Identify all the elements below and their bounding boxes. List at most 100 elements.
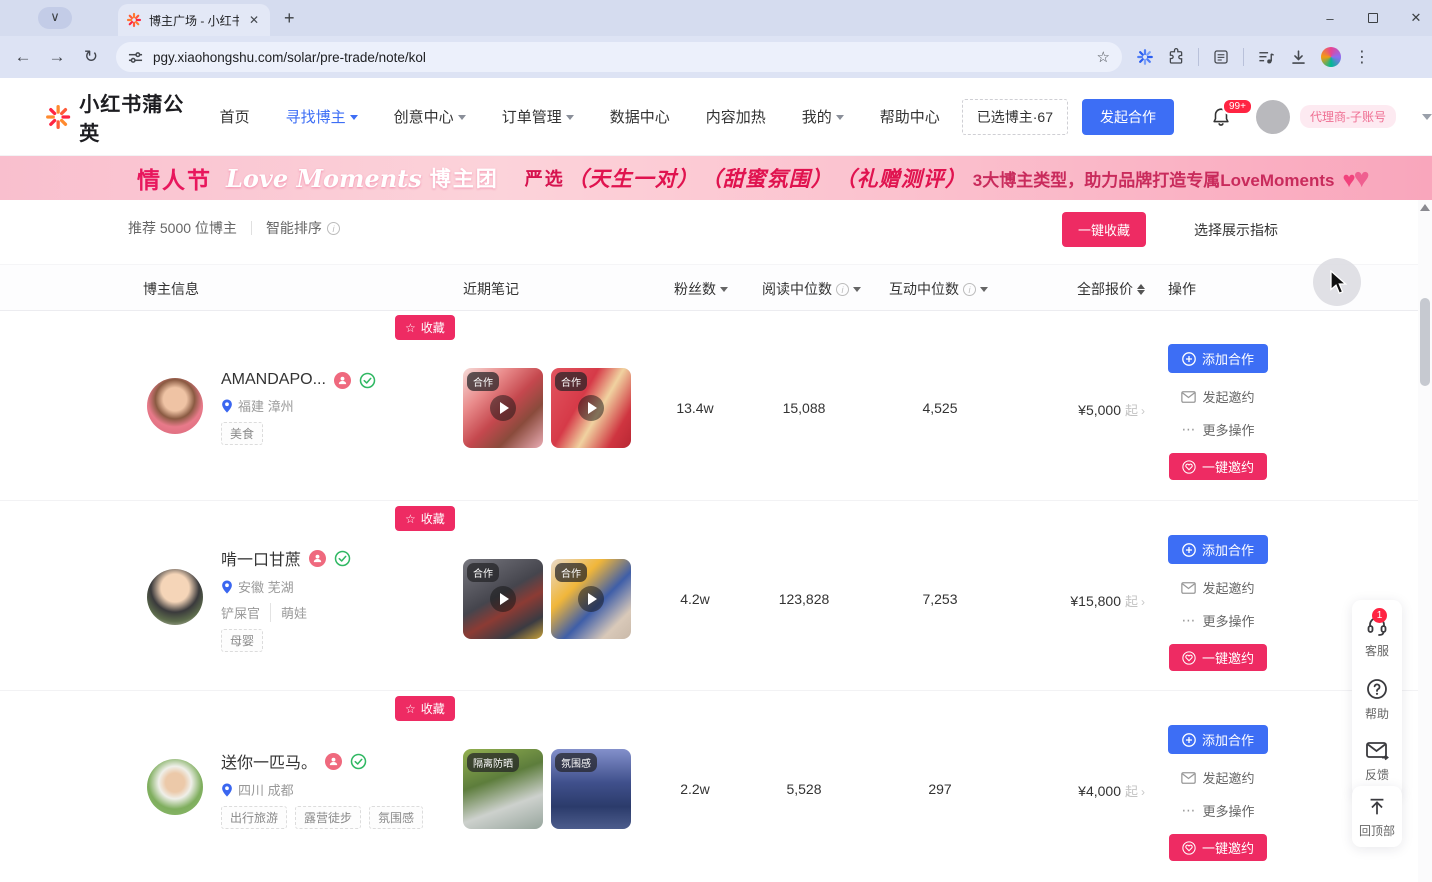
window-maximize-button[interactable] — [1368, 13, 1378, 23]
col-read-median-sort[interactable]: 阅读中位数i — [762, 279, 861, 299]
col-engage-median-sort[interactable]: 互动中位数i — [889, 279, 988, 299]
tab-strip: ∨ 博主广场 - 小红书蒲公英 ✕ + – ✕ — [0, 0, 1432, 36]
logo-text: 小红书蒲公英 — [79, 88, 189, 146]
one-key-invite-button[interactable]: 一键邀约 — [1169, 834, 1267, 861]
note-thumbnail[interactable]: 隔离防晒 — [463, 749, 543, 829]
plus-circle-icon — [1182, 543, 1196, 557]
customer-service-button[interactable]: 1 客服 — [1365, 614, 1389, 659]
media-controls-icon[interactable] — [1257, 48, 1276, 67]
start-cooperation-button[interactable]: 发起合作 — [1082, 99, 1174, 135]
smart-sort-control[interactable]: 智能排序i — [266, 218, 340, 238]
price-cell[interactable]: ¥5,000起› — [1000, 400, 1145, 419]
site-logo[interactable]: 小红书蒲公英 — [45, 88, 190, 146]
tab-search-button[interactable]: ∨ — [38, 7, 72, 29]
feedback-button[interactable]: 反馈 — [1365, 740, 1389, 783]
send-invite-link[interactable]: 发起邀约 — [1181, 578, 1254, 597]
more-operations-link[interactable]: ⋯更多操作 — [1181, 611, 1254, 630]
send-invite-link[interactable]: 发起邀约 — [1181, 387, 1254, 406]
blogger-name[interactable]: 送你一匹马。 — [221, 749, 317, 773]
nav-find-bloggers[interactable]: 寻找博主 — [286, 106, 358, 127]
chevron-right-icon: › — [1141, 785, 1145, 799]
nav-home[interactable]: 首页 — [220, 106, 250, 127]
one-key-invite-button[interactable]: 一键邀约 — [1169, 453, 1267, 480]
browser-menu-icon[interactable]: ⋮ — [1354, 47, 1370, 67]
envelope-icon — [1181, 391, 1196, 403]
favorite-button[interactable]: ☆收藏 — [395, 315, 455, 340]
sparkle-extension-icon[interactable] — [1136, 48, 1154, 66]
url-text[interactable]: pgy.xiaohongshu.com/solar/pre-trade/note… — [153, 50, 1087, 65]
col-fans-sort[interactable]: 粉丝数 — [674, 279, 728, 299]
select-metrics-button[interactable]: 选择展示指标 — [1194, 220, 1278, 240]
extensions-puzzle-icon[interactable] — [1167, 48, 1185, 66]
nav-data-center[interactable]: 数据中心 — [610, 106, 670, 127]
nav-creative-center[interactable]: 创意中心 — [394, 106, 466, 127]
play-icon — [490, 395, 516, 421]
favorite-button[interactable]: ☆收藏 — [395, 506, 455, 531]
blogger-avatar[interactable] — [147, 378, 203, 434]
one-key-invite-button[interactable]: 一键邀约 — [1169, 644, 1267, 671]
star-icon: ☆ — [405, 513, 416, 525]
send-invite-link[interactable]: 发起邀约 — [1181, 768, 1254, 787]
blogger-name[interactable]: 啃一口甘蔗 — [221, 546, 301, 570]
favicon-sunburst-icon — [126, 12, 142, 28]
add-cooperation-button[interactable]: 添加合作 — [1168, 725, 1268, 754]
favorite-all-button[interactable]: 一键收藏 — [1062, 212, 1146, 247]
blogger-avatar[interactable] — [147, 759, 203, 815]
reload-button[interactable]: ↻ — [74, 47, 108, 67]
browser-profile-icon[interactable] — [1321, 47, 1341, 67]
brand-partner-icon — [325, 753, 342, 770]
banner-strict-text: 严选 — [525, 165, 565, 191]
note-thumbnail[interactable]: 合作 — [463, 368, 543, 448]
notifications-button[interactable]: 99+ — [1210, 106, 1232, 128]
url-bar[interactable]: pgy.xiaohongshu.com/solar/pre-trade/note… — [116, 42, 1122, 72]
bookmark-star-icon[interactable]: ☆ — [1097, 48, 1110, 66]
account-chevron-down-icon[interactable] — [1422, 114, 1432, 120]
chevron-down-icon — [350, 115, 358, 120]
sort-down-icon — [853, 287, 861, 292]
back-to-top-button[interactable]: 回顶部 — [1352, 786, 1402, 847]
note-thumbnail[interactable]: 合作 — [463, 559, 543, 639]
add-cooperation-button[interactable]: 添加合作 — [1168, 535, 1268, 564]
blogger-location: 安徽 芜湖 — [238, 577, 294, 596]
new-tab-button[interactable]: + — [284, 8, 295, 28]
blogger-avatar[interactable] — [147, 569, 203, 625]
window-close-button[interactable]: ✕ — [1408, 10, 1424, 26]
window-minimize-button[interactable]: – — [1322, 11, 1338, 26]
favorite-button[interactable]: ☆收藏 — [395, 696, 455, 721]
forward-button[interactable]: → — [40, 47, 74, 67]
table-header: 博主信息 近期笔记 粉丝数 阅读中位数i 互动中位数i 全部报价 操作 — [0, 264, 1418, 311]
page-scrollbar[interactable] — [1418, 200, 1432, 882]
nav-content-heating[interactable]: 内容加热 — [706, 106, 766, 127]
note-thumbnail[interactable]: 合作 — [551, 368, 631, 448]
sort-both-icon — [1137, 284, 1145, 295]
site-settings-icon[interactable] — [128, 50, 143, 65]
price-cell[interactable]: ¥15,800起› — [1000, 591, 1145, 610]
category-tag: 出行旅游 — [221, 806, 287, 829]
tab-close-icon[interactable]: ✕ — [246, 13, 262, 27]
reading-list-icon[interactable] — [1212, 48, 1230, 66]
account-avatar[interactable] — [1256, 100, 1290, 134]
nav-mine[interactable]: 我的 — [802, 106, 844, 127]
help-button[interactable]: 帮助 — [1365, 677, 1389, 722]
engage-median: 297 — [885, 781, 995, 797]
selected-bloggers-button[interactable]: 已选博主·67 — [962, 99, 1068, 135]
active-tab[interactable]: 博主广场 - 小红书蒲公英 ✕ — [118, 4, 270, 36]
nav-help-center[interactable]: 帮助中心 — [880, 106, 940, 127]
note-thumbnail[interactable]: 合作 — [551, 559, 631, 639]
col-price-sort[interactable]: 全部报价 — [1077, 279, 1145, 299]
add-cooperation-button[interactable]: 添加合作 — [1168, 344, 1268, 373]
more-operations-link[interactable]: ⋯更多操作 — [1181, 420, 1254, 439]
price-cell[interactable]: ¥4,000起› — [1000, 781, 1145, 800]
scrollbar-thumb[interactable] — [1420, 298, 1430, 386]
chevron-down-icon — [566, 115, 574, 120]
info-icon: i — [963, 283, 976, 296]
nav-order-management[interactable]: 订单管理 — [502, 106, 574, 127]
note-thumbnail[interactable]: 氛围感 — [551, 749, 631, 829]
download-icon[interactable] — [1289, 48, 1308, 67]
valentine-promo-banner[interactable]: 情人节 Love Moments 博主团 严选 （天生一对） （甜蜜氛围） （礼… — [0, 156, 1432, 200]
scrollbar-up-arrow[interactable] — [1420, 204, 1430, 211]
info-icon: i — [836, 283, 849, 296]
more-operations-link[interactable]: ⋯更多操作 — [1181, 801, 1254, 820]
back-button[interactable]: ← — [6, 47, 40, 67]
blogger-name[interactable]: AMANDAPO... — [221, 371, 326, 389]
